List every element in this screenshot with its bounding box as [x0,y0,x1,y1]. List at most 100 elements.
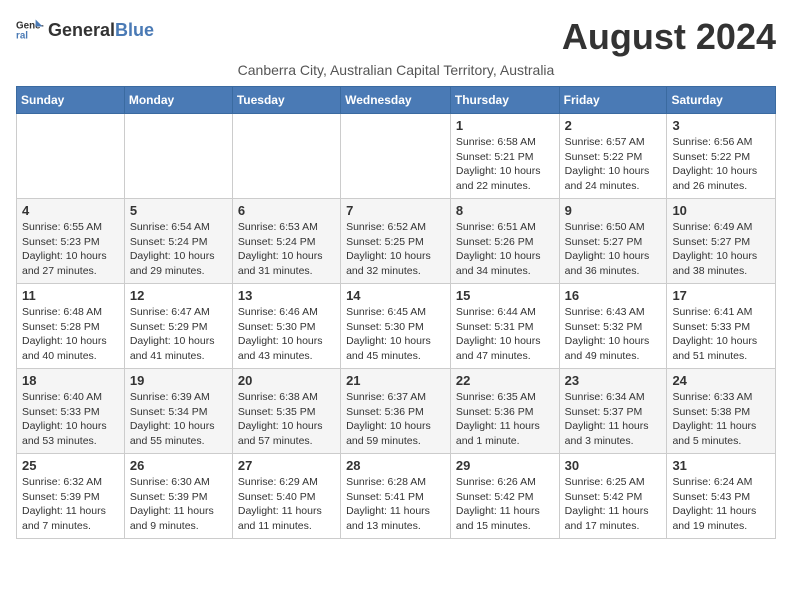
calendar-cell: 9Sunrise: 6:50 AMSunset: 5:27 PMDaylight… [559,199,667,284]
calendar-header: SundayMondayTuesdayWednesdayThursdayFrid… [17,87,776,114]
day-info: Sunrise: 6:54 AMSunset: 5:24 PMDaylight:… [130,220,227,279]
day-info: Sunrise: 6:37 AMSunset: 5:36 PMDaylight:… [346,390,445,449]
day-info: Sunrise: 6:26 AMSunset: 5:42 PMDaylight:… [456,475,554,534]
day-info: Sunrise: 6:45 AMSunset: 5:30 PMDaylight:… [346,305,445,364]
calendar-cell: 22 Sunrise: 6:35 AMSunset: 5:36 PMDayligh… [450,369,559,454]
calendar-cell: 19 Sunrise: 6:39 AMSunset: 5:34 PMDayligh… [124,369,232,454]
day-number: 14 [346,288,445,303]
day-info: Sunrise: 6:28 AMSunset: 5:41 PMDaylight:… [346,475,445,534]
day-number: 3 [672,118,770,133]
day-number: 28 [346,458,445,473]
week-row-2: 4 Sunrise: 6:55 AMSunset: 5:23 PMDaylight… [17,199,776,284]
day-number: 6 [238,203,335,218]
day-info: Sunrise: 6:40 AMSunset: 5:33 PMDaylight:… [22,390,119,449]
day-number: 26 [130,458,227,473]
day-info: Sunrise: 6:43 AMSunset: 5:32 PMDaylight:… [565,305,662,364]
day-info: Sunrise: 6:58 AMSunset: 5:21 PMDaylight:… [456,135,554,194]
calendar-cell: 10 Sunrise: 6:49 AMSunset: 5:27 PMDayligh… [667,199,776,284]
calendar-cell: 30Sunrise: 6:25 AMSunset: 5:42 PMDayligh… [559,454,667,539]
day-number: 15 [456,288,554,303]
day-number: 8 [456,203,554,218]
day-info: Sunrise: 6:24 AMSunset: 5:43 PMDaylight:… [672,475,770,534]
day-number: 27 [238,458,335,473]
calendar-cell: 1 Sunrise: 6:58 AMSunset: 5:21 PMDaylight… [450,114,559,199]
day-info: Sunrise: 6:47 AMSunset: 5:29 PMDaylight:… [130,305,227,364]
calendar-cell: 14 Sunrise: 6:45 AMSunset: 5:30 PMDayligh… [341,284,451,369]
logo-text: GeneralBlue [48,20,154,41]
weekday-header-sunday: Sunday [17,87,125,114]
calendar-cell: 12 Sunrise: 6:47 AMSunset: 5:29 PMDayligh… [124,284,232,369]
day-info: Sunrise: 6:50 AMSunset: 5:27 PMDaylight:… [565,220,662,279]
day-info: Sunrise: 6:39 AMSunset: 5:34 PMDaylight:… [130,390,227,449]
calendar-cell [341,114,451,199]
day-number: 29 [456,458,554,473]
day-info: Sunrise: 6:35 AMSunset: 5:36 PMDaylight:… [456,390,554,449]
day-info: Sunrise: 6:53 AMSunset: 5:24 PMDaylight:… [238,220,335,279]
day-info: Sunrise: 6:34 AMSunset: 5:37 PMDaylight:… [565,390,662,449]
weekday-row: SundayMondayTuesdayWednesdayThursdayFrid… [17,87,776,114]
week-row-1: 1 Sunrise: 6:58 AMSunset: 5:21 PMDaylight… [17,114,776,199]
weekday-header-monday: Monday [124,87,232,114]
calendar-cell [17,114,125,199]
calendar-cell: 23 Sunrise: 6:34 AMSunset: 5:37 PMDayligh… [559,369,667,454]
calendar-cell: 24 Sunrise: 6:33 AMSunset: 5:38 PMDayligh… [667,369,776,454]
day-info: Sunrise: 6:30 AMSunset: 5:39 PMDaylight:… [130,475,227,534]
day-number: 13 [238,288,335,303]
day-info: Sunrise: 6:33 AMSunset: 5:38 PMDaylight:… [672,390,770,449]
month-year: August 2024 [562,16,776,58]
calendar-cell: 11 Sunrise: 6:48 AMSunset: 5:28 PMDayligh… [17,284,125,369]
day-number: 31 [672,458,770,473]
calendar-cell: 29 Sunrise: 6:26 AMSunset: 5:42 PMDayligh… [450,454,559,539]
day-number: 11 [22,288,119,303]
day-number: 1 [456,118,554,133]
day-number: 24 [672,373,770,388]
day-info: Sunrise: 6:29 AMSunset: 5:40 PMDaylight:… [238,475,335,534]
day-info: Sunrise: 6:48 AMSunset: 5:28 PMDaylight:… [22,305,119,364]
weekday-header-saturday: Saturday [667,87,776,114]
svg-text:ral: ral [16,30,28,41]
calendar-body: 1 Sunrise: 6:58 AMSunset: 5:21 PMDaylight… [17,114,776,539]
day-info: Sunrise: 6:51 AMSunset: 5:26 PMDaylight:… [456,220,554,279]
day-number: 12 [130,288,227,303]
day-number: 21 [346,373,445,388]
day-number: 20 [238,373,335,388]
day-info: Sunrise: 6:25 AMSunset: 5:42 PMDaylight:… [565,475,662,534]
logo-blue: Blue [115,20,154,40]
calendar-cell: 7 Sunrise: 6:52 AMSunset: 5:25 PMDaylight… [341,199,451,284]
day-number: 22 [456,373,554,388]
day-info: Sunrise: 6:41 AMSunset: 5:33 PMDaylight:… [672,305,770,364]
day-number: 10 [672,203,770,218]
day-number: 5 [130,203,227,218]
calendar-cell: 25 Sunrise: 6:32 AMSunset: 5:39 PMDayligh… [17,454,125,539]
weekday-header-wednesday: Wednesday [341,87,451,114]
day-info: Sunrise: 6:52 AMSunset: 5:25 PMDaylight:… [346,220,445,279]
calendar-cell: 17Sunrise: 6:41 AMSunset: 5:33 PMDayligh… [667,284,776,369]
calendar-cell: 31 Sunrise: 6:24 AMSunset: 5:43 PMDayligh… [667,454,776,539]
day-info: Sunrise: 6:57 AMSunset: 5:22 PMDaylight:… [565,135,662,194]
calendar-cell [232,114,340,199]
subtitle: Canberra City, Australian Capital Territ… [16,62,776,78]
calendar-cell: 28 Sunrise: 6:28 AMSunset: 5:41 PMDayligh… [341,454,451,539]
day-number: 16 [565,288,662,303]
calendar-cell: 15Sunrise: 6:44 AMSunset: 5:31 PMDayligh… [450,284,559,369]
day-number: 4 [22,203,119,218]
day-info: Sunrise: 6:46 AMSunset: 5:30 PMDaylight:… [238,305,335,364]
day-number: 25 [22,458,119,473]
day-number: 7 [346,203,445,218]
header-area: Gene- ral GeneralBlue August 2024 [16,16,776,58]
week-row-4: 18Sunrise: 6:40 AMSunset: 5:33 PMDayligh… [17,369,776,454]
day-info: Sunrise: 6:55 AMSunset: 5:23 PMDaylight:… [22,220,119,279]
calendar-cell: 5 Sunrise: 6:54 AMSunset: 5:24 PMDaylight… [124,199,232,284]
day-number: 23 [565,373,662,388]
logo-icon: Gene- ral [16,16,44,44]
day-number: 19 [130,373,227,388]
calendar-cell: 21 Sunrise: 6:37 AMSunset: 5:36 PMDayligh… [341,369,451,454]
day-info: Sunrise: 6:49 AMSunset: 5:27 PMDaylight:… [672,220,770,279]
calendar-cell: 26 Sunrise: 6:30 AMSunset: 5:39 PMDayligh… [124,454,232,539]
weekday-header-thursday: Thursday [450,87,559,114]
day-info: Sunrise: 6:32 AMSunset: 5:39 PMDaylight:… [22,475,119,534]
weekday-header-friday: Friday [559,87,667,114]
calendar-cell: 6 Sunrise: 6:53 AMSunset: 5:24 PMDaylight… [232,199,340,284]
calendar-cell [124,114,232,199]
calendar-cell: 18Sunrise: 6:40 AMSunset: 5:33 PMDayligh… [17,369,125,454]
